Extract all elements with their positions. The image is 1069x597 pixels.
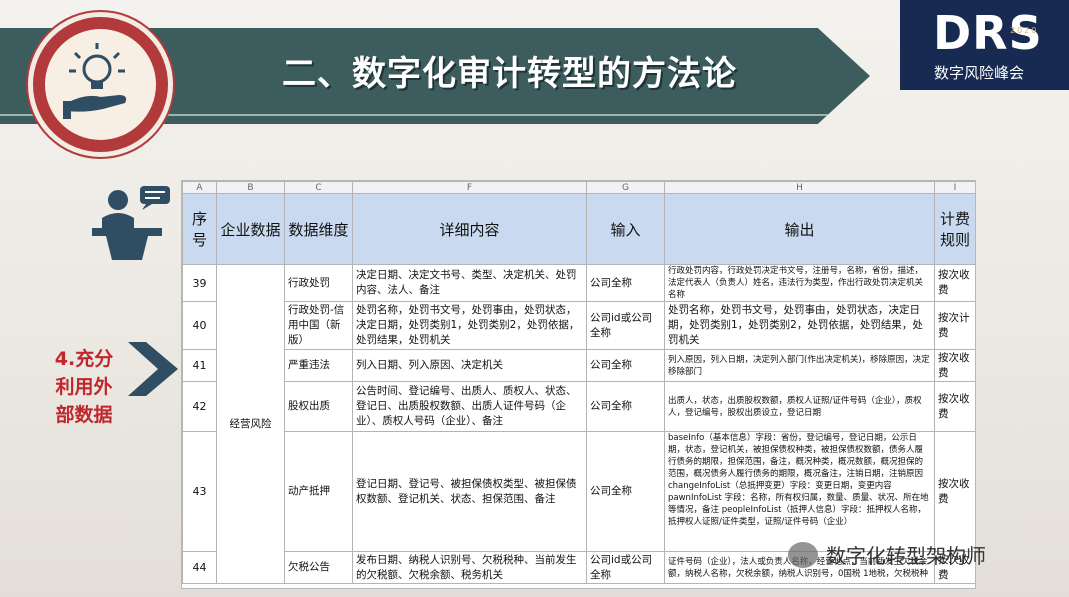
column-letter-row: A B C F G H I (182, 181, 975, 194)
output-cell[interactable]: 出质人，状态，出质股权数额，质权人证照/证件号码（企业），质权人，登记编号，股权… (664, 381, 935, 432)
row-id[interactable]: 41 (182, 349, 217, 382)
table-row: 42 股权出质 公告时间、登记编号、出质人、质权人、状态、登记日、出质股权数额、… (182, 381, 975, 432)
column-letter[interactable]: H (664, 181, 935, 194)
slide-title: 二、数字化审计转型的方法论 (282, 54, 737, 94)
row-id[interactable]: 39 (182, 264, 217, 302)
logo-year: 2020 (1010, 26, 1039, 35)
column-letter[interactable]: I (934, 181, 975, 194)
data-table: A B C F G H I 序号 企业数据 数据维度 详细内容 输入 输出 计费… (182, 181, 975, 584)
header-cell[interactable]: 计费规则 (934, 193, 975, 265)
detail-cell[interactable]: 处罚名称，处罚书文号，处罚事由，处罚状态，决定日期，处罚类别1，处罚类别2，处罚… (352, 301, 587, 350)
output-cell[interactable]: 列入原因，列入日期，决定列入部门(作出决定机关)，移除原因，决定移除部门 (664, 349, 935, 382)
output-cell[interactable]: 行政处罚内容，行政处罚决定书文号，注册号，名称，省份，描述，法定代表人（负责人）… (664, 264, 935, 302)
billing-cell[interactable]: 按次收费 (934, 431, 975, 552)
wechat-icon (788, 541, 818, 568)
header-cell[interactable]: 序号 (182, 193, 217, 265)
detail-cell[interactable]: 列入日期、列入原因、决定机关 (352, 349, 587, 382)
header-cell[interactable]: 企业数据 (216, 193, 285, 265)
header-cell[interactable]: 数据维度 (284, 193, 353, 265)
header-cell[interactable]: 输入 (586, 193, 665, 265)
detail-cell[interactable]: 登记日期、登记号、被担保债权类型、被担保债权数额、登记机关、状态、担保范围、备注 (352, 431, 587, 552)
table-row: 40 行政处罚-信用中国（新版） 处罚名称，处罚书文号，处罚事由，处罚状态，决定… (182, 301, 975, 350)
input-cell[interactable]: 公司全称 (586, 431, 665, 552)
watermark: 数字化转型架构师 (788, 540, 986, 569)
dimension-cell[interactable]: 行政处罚 (284, 264, 353, 302)
dimension-cell[interactable]: 动产抵押 (284, 431, 353, 552)
row-id[interactable]: 43 (182, 431, 217, 552)
billing-cell[interactable]: 按次收费 (934, 349, 975, 382)
detail-cell[interactable]: 公告时间、登记编号、出质人、质权人、状态、登记日、出质股权数额、出质人证件号码（… (352, 381, 587, 432)
side-note-line: 部数据 (55, 404, 113, 426)
dimension-cell[interactable]: 欠税公告 (284, 551, 353, 584)
column-letter[interactable]: F (352, 181, 587, 194)
output-cell[interactable]: 处罚名称，处罚书文号，处罚事由，处罚状态，决定日期，处罚类别1，处罚类别2，处罚… (664, 301, 935, 350)
input-cell[interactable]: 公司id或公司全称 (586, 551, 665, 584)
side-note: 4.充分 利用外 部数据 (42, 345, 126, 429)
table-row: 43 动产抵押 登记日期、登记号、被担保债权类型、被担保债权数额、登记机关、状态… (182, 431, 975, 552)
group-cell[interactable]: 经营风险 (216, 264, 285, 584)
input-cell[interactable]: 公司全称 (586, 264, 665, 302)
badge-inner-circle (45, 29, 156, 140)
column-letter[interactable]: A (182, 181, 217, 194)
side-note-line: 利用外 (55, 376, 113, 398)
data-table-sheet: A B C F G H I 序号 企业数据 数据维度 详细内容 输入 输出 计费… (181, 180, 976, 589)
input-cell[interactable]: 公司id或公司全称 (586, 301, 665, 350)
input-cell[interactable]: 公司全称 (586, 349, 665, 382)
detail-cell[interactable]: 决定日期、决定文书号、类型、决定机关、处罚内容、法人、备注 (352, 264, 587, 302)
dimension-cell[interactable]: 严重违法 (284, 349, 353, 382)
billing-cell[interactable]: 按次收费 (934, 381, 975, 432)
output-cell[interactable]: baseInfo（基本信息）字段：省份，登记编号，登记日期，公示日期，状态，登记… (664, 431, 935, 552)
table-header-row: 序号 企业数据 数据维度 详细内容 输入 输出 计费规则 (182, 193, 975, 265)
side-note-line: 4.充分 (54, 348, 114, 370)
header-cell[interactable]: 输出 (664, 193, 935, 265)
arrow-right-icon (128, 342, 178, 396)
row-id[interactable]: 44 (182, 551, 217, 584)
table-row: 39 经营风险 行政处罚 决定日期、决定文书号、类型、决定机关、处罚内容、法人、… (182, 264, 975, 584)
column-letter[interactable]: G (586, 181, 665, 194)
column-letter[interactable]: C (284, 181, 353, 194)
detail-cell[interactable]: 发布日期、纳税人识别号、欠税税种、当前发生的欠税额、欠税余额、税务机关 (352, 551, 587, 584)
input-cell[interactable]: 公司全称 (586, 381, 665, 432)
watermark-text: 数字化转型架构师 (826, 544, 986, 568)
dimension-cell[interactable]: 行政处罚-信用中国（新版） (284, 301, 353, 350)
header-cell[interactable]: 详细内容 (352, 193, 587, 265)
billing-cell[interactable]: 按次计费 (934, 301, 975, 350)
row-id[interactable]: 40 (182, 301, 217, 350)
column-letter[interactable]: B (216, 181, 285, 194)
lightbulb-hand-icon (63, 43, 127, 119)
table-row: 41 严重违法 列入日期、列入原因、决定机关 公司全称 列入原因，列入日期，决定… (182, 349, 975, 382)
billing-cell[interactable]: 按次收费 (934, 264, 975, 302)
lightbulb-badge (28, 12, 173, 157)
drs-logo: DRS 2020 数字风险峰会 (900, 0, 1069, 90)
dimension-cell[interactable]: 股权出质 (284, 381, 353, 432)
logo-subtitle: 数字风险峰会 (934, 64, 1025, 82)
row-id[interactable]: 42 (182, 381, 217, 432)
